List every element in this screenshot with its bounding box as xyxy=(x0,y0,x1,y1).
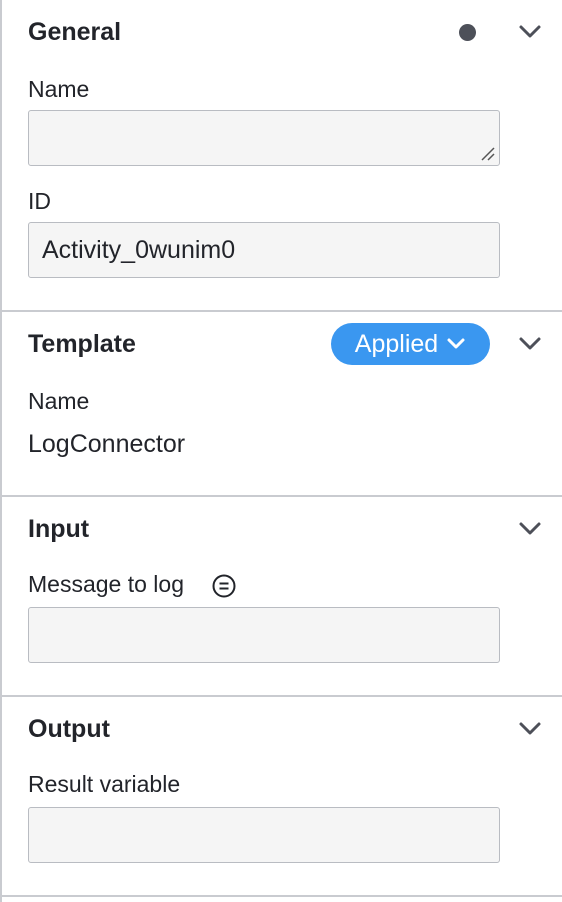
resize-grip-icon[interactable] xyxy=(480,146,496,162)
result-variable-field[interactable] xyxy=(28,807,500,863)
status-dot-icon xyxy=(459,24,476,41)
group-output: Output Result variable xyxy=(2,697,562,897)
properties-panel: General Name ID Template Name LogConnect… xyxy=(0,0,562,902)
result-variable-label: Result variable xyxy=(28,771,181,797)
group-title-output[interactable]: Output xyxy=(28,715,110,744)
chevron-down-icon[interactable] xyxy=(518,24,542,40)
template-name-value: LogConnector xyxy=(28,430,186,458)
message-field[interactable] xyxy=(28,607,500,663)
id-field[interactable] xyxy=(28,222,500,278)
group-title-input[interactable]: Input xyxy=(28,515,89,544)
id-label: ID xyxy=(28,188,51,214)
applied-badge-button[interactable]: Applied xyxy=(331,323,490,365)
group-general: General Name ID xyxy=(2,0,562,312)
template-name-label: Name xyxy=(28,388,90,414)
chevron-down-icon[interactable] xyxy=(518,521,542,537)
applied-badge-label: Applied xyxy=(354,329,439,358)
group-title-general[interactable]: General xyxy=(28,18,121,47)
feel-expression-icon[interactable] xyxy=(211,573,237,599)
chevron-down-icon[interactable] xyxy=(518,721,542,737)
name-field[interactable] xyxy=(28,110,500,166)
group-title-template[interactable]: Template xyxy=(28,330,136,359)
name-label: Name xyxy=(28,76,90,102)
message-label: Message to log xyxy=(28,571,184,597)
chevron-down-icon xyxy=(447,338,465,349)
chevron-down-icon[interactable] xyxy=(518,336,542,352)
group-input: Input Message to log xyxy=(2,497,562,697)
